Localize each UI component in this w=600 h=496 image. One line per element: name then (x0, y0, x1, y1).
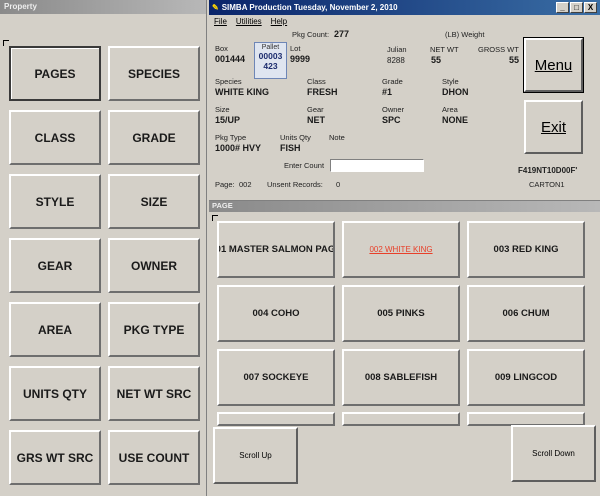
gross-wt-label: GROSS WT (478, 45, 519, 54)
page-frame-title: PAGE (209, 201, 600, 212)
page-button-coho[interactable]: 004 COHO (217, 285, 335, 342)
page-button-master-salmon[interactable]: 001 MASTER SALMON PAGE (217, 221, 335, 278)
page-value: 002 (239, 180, 252, 189)
owner-value: SPC (382, 115, 401, 125)
enter-count-label: Enter Count (284, 161, 325, 170)
lot-value: 9999 (290, 54, 311, 64)
page-button-lingcod[interactable]: 009 LINGCOD (467, 349, 585, 406)
page-button-chum[interactable]: 006 CHUM (467, 285, 585, 342)
exit-button[interactable]: Exit (524, 100, 583, 154)
pkg-count-value: 277 (334, 29, 350, 39)
menu-utilities[interactable]: Utilities (236, 17, 262, 26)
species-label: Species (215, 77, 242, 86)
page-button-sablefish[interactable]: 008 SABLEFISH (342, 349, 460, 406)
window-controls: _ □ X (556, 2, 597, 13)
grade-value: #1 (382, 87, 393, 97)
property-species-button[interactable]: SPECIES (108, 46, 200, 101)
owner-label: Owner (382, 105, 405, 114)
area-value: NONE (442, 115, 469, 125)
carton-code: CARTON1 (529, 180, 565, 189)
menu-file[interactable]: File (214, 17, 227, 26)
scroll-up-button[interactable]: Scroll Up (213, 427, 298, 484)
size-value: 15/UP (215, 115, 241, 125)
note-label: Note (329, 133, 345, 142)
net-wt-value: 55 (431, 55, 442, 65)
pallet-label: Pallet (261, 44, 280, 51)
lot-label: Lot (290, 44, 301, 53)
gear-value: NET (307, 115, 325, 125)
page-button-partial[interactable] (467, 412, 585, 426)
minimize-button[interactable]: _ (556, 2, 569, 13)
property-use-count-button[interactable]: USE COUNT (108, 430, 200, 485)
gear-label: Gear (307, 105, 324, 114)
property-panel-title: Property (0, 0, 206, 14)
units-qty-label: Units Qty (280, 133, 311, 142)
menu-help[interactable]: Help (271, 17, 287, 26)
pallet-value-1: 00003 (258, 51, 283, 61)
property-class-button[interactable]: CLASS (9, 110, 101, 165)
weight-label: (LB) Weight (445, 30, 485, 39)
property-size-button[interactable]: SIZE (108, 174, 200, 229)
size-label: Size (215, 105, 230, 114)
exit-button-label: Exit (540, 118, 566, 136)
page-button-red-king[interactable]: 003 RED KING (467, 221, 585, 278)
julian-label: Julian (387, 45, 407, 54)
enter-count-input[interactable] (330, 159, 424, 172)
property-pages-button[interactable]: PAGES (9, 46, 101, 101)
style-label: Style (442, 77, 459, 86)
menu-bar: File Utilities Help (209, 15, 600, 27)
units-qty-value: FISH (280, 143, 301, 153)
gross-wt-value: 55 (509, 55, 520, 65)
species-value: WHITE KING (215, 87, 269, 97)
property-style-button[interactable]: STYLE (9, 174, 101, 229)
pkg-type-value: 1000# HVY (215, 143, 262, 153)
julian-value: 8288 (387, 56, 405, 65)
page-button-partial[interactable] (342, 412, 460, 426)
property-owner-button[interactable]: OWNER (108, 238, 200, 293)
pencil-icon: ✎ (212, 3, 219, 12)
class-label: Class (307, 77, 326, 86)
box-value: 001444 (215, 54, 246, 64)
window-titlebar: ✎ SIMBA Production Tuesday, November 2, … (209, 0, 600, 15)
page-label: Page: (215, 180, 235, 189)
net-wt-label: NET WT (430, 45, 459, 54)
property-panel: Property PAGES SPECIES CLASS GRADE STYLE… (0, 0, 207, 496)
maximize-button[interactable]: □ (570, 2, 583, 13)
property-units-qty-button[interactable]: UNITS QTY (9, 366, 101, 421)
property-pkg-type-button[interactable]: PKG TYPE (108, 302, 200, 357)
class-value: FRESH (307, 87, 338, 97)
grade-label: Grade (382, 77, 403, 86)
property-grade-button[interactable]: GRADE (108, 110, 200, 165)
scroll-down-button[interactable]: Scroll Down (511, 425, 596, 482)
menu-button[interactable]: Menu (523, 37, 584, 93)
page-button-sockeye[interactable]: 007 SOCKEYE (217, 349, 335, 406)
property-grs-wt-src-button[interactable]: GRS WT SRC (9, 430, 101, 485)
pkg-type-label: Pkg Type (215, 133, 247, 142)
page-button-partial[interactable] (217, 412, 335, 426)
simba-main-window: ✎ SIMBA Production Tuesday, November 2, … (209, 0, 600, 496)
pallet-box: Pallet 00003 423 (254, 42, 287, 79)
box-label: Box (215, 44, 228, 53)
page-button-pinks[interactable]: 005 PINKS (342, 285, 460, 342)
area-label: Area (442, 105, 458, 114)
unsent-records-value: 0 (336, 180, 341, 189)
style-value: DHON (442, 87, 469, 97)
close-button[interactable]: X (584, 2, 597, 13)
pallet-value-2: 423 (263, 61, 278, 71)
property-net-wt-src-button[interactable]: NET WT SRC (108, 366, 200, 421)
property-gear-button[interactable]: GEAR (9, 238, 101, 293)
unsent-records-label: Unsent Records: (267, 180, 323, 189)
device-code: F419NT10D00F' (518, 166, 578, 175)
menu-button-label: Menu (534, 56, 573, 74)
window-title: SIMBA Production Tuesday, November 2, 20… (221, 3, 398, 12)
page-button-white-king[interactable]: 002 WHITE KING (342, 221, 460, 278)
page-frame: PAGE 001 MASTER SALMON PAGE 002 WHITE KI… (209, 200, 600, 496)
pkg-count-label: Pkg Count: (292, 30, 330, 39)
property-area-button[interactable]: AREA (9, 302, 101, 357)
